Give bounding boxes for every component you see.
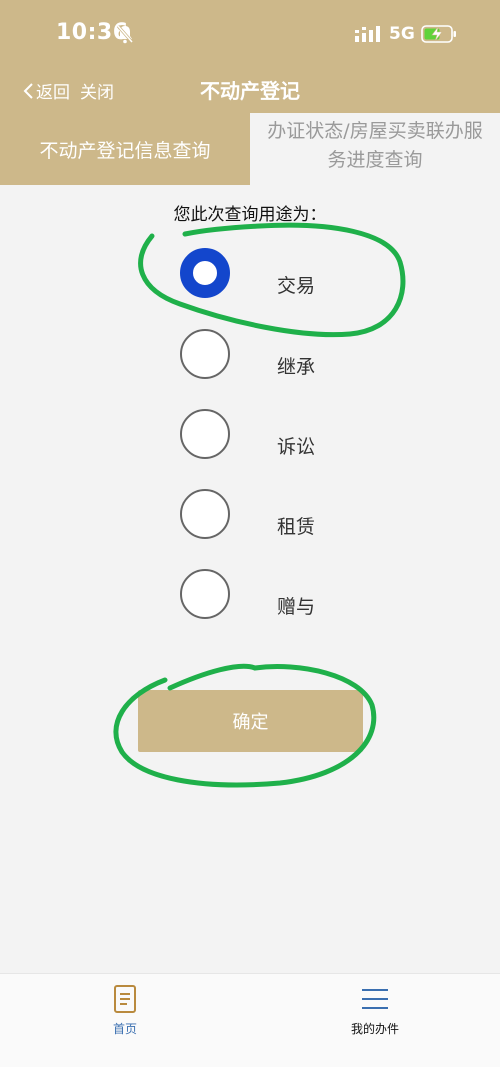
tab-row: 不动产登记信息查询 办证状态/房屋买卖联办服 务进度查询 xyxy=(0,113,500,185)
chevron-left-icon xyxy=(23,82,33,99)
tab-certificate-status-query[interactable]: 办证状态/房屋买卖联办服 务进度查询 xyxy=(250,113,500,185)
option-label-inheritance: 继承 xyxy=(277,356,316,378)
radio-trade[interactable] xyxy=(180,248,230,298)
option-gift[interactable]: 赠与 xyxy=(180,569,380,623)
signal-icon xyxy=(355,26,380,42)
tab-certificate-status-line2: 务进度查询 xyxy=(327,149,423,171)
option-inheritance[interactable]: 继承 xyxy=(180,329,380,383)
tab-registration-info-query[interactable]: 不动产登记信息查询 xyxy=(0,113,250,185)
option-label-litigation: 诉讼 xyxy=(277,436,316,458)
close-button[interactable]: 关闭 xyxy=(80,78,114,103)
tab-certificate-status-line1: 办证状态/房屋买卖联办服 xyxy=(267,120,483,142)
bell-muted-icon xyxy=(116,25,134,44)
page-title: 不动产登记 xyxy=(200,79,300,103)
bottom-tab-home[interactable]: 首页 xyxy=(65,984,185,1044)
option-label-lease: 租赁 xyxy=(277,516,316,538)
confirm-button[interactable]: 确定 xyxy=(138,690,363,752)
back-button[interactable]: 返回 xyxy=(22,78,70,103)
radio-inheritance[interactable] xyxy=(180,329,230,379)
status-bar: 10:36 5G xyxy=(0,0,500,66)
option-lease[interactable]: 租赁 xyxy=(180,489,380,543)
bottom-tab-my-cases[interactable]: 我的办件 xyxy=(315,984,435,1044)
radio-gift[interactable] xyxy=(180,569,230,619)
option-label-trade: 交易 xyxy=(277,275,316,297)
option-litigation[interactable]: 诉讼 xyxy=(180,409,380,463)
network-type: 5G xyxy=(389,24,415,44)
bottom-tab-bar: 首页 我的办件 xyxy=(0,973,500,1067)
query-purpose-question: 您此次查询用途为： xyxy=(173,205,327,225)
back-label: 返回 xyxy=(36,83,70,103)
option-trade[interactable]: 交易 xyxy=(180,248,380,302)
radio-lease[interactable] xyxy=(180,489,230,539)
option-label-gift: 赠与 xyxy=(277,596,316,618)
battery-charging-icon xyxy=(421,25,456,43)
document-icon xyxy=(114,985,136,1013)
radio-litigation[interactable] xyxy=(180,409,230,459)
nav-bar: 返回 关闭 不动产登记 xyxy=(0,66,500,113)
bottom-tab-home-label: 首页 xyxy=(112,1022,137,1036)
bottom-tab-my-cases-label: 我的办件 xyxy=(350,1022,399,1036)
menu-icon xyxy=(362,989,388,1009)
